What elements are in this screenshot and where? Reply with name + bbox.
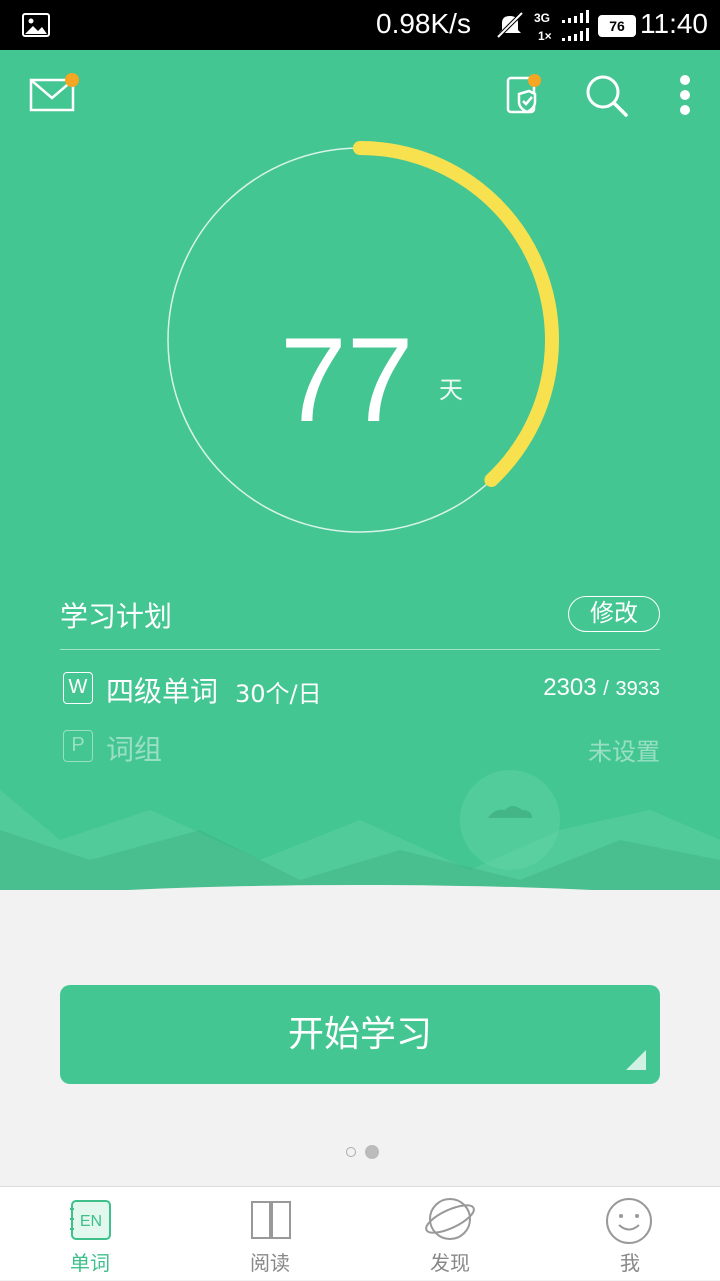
word-book-name[interactable]: 四级单词	[106, 670, 218, 710]
clock: 11:40	[640, 8, 708, 39]
word-book-icon: W	[63, 672, 93, 704]
days-remaining: 77	[280, 313, 414, 447]
edit-plan-button[interactable]: 修改	[568, 596, 660, 632]
tab-me[interactable]: 我	[540, 1187, 720, 1281]
signal-icon: 3G 1×	[534, 10, 589, 42]
tab-reading-label: 阅读	[250, 1251, 290, 1275]
mail-unread-badge	[65, 73, 79, 87]
status-bar: 0.98K/s 3G 1× 76 11:40	[0, 0, 720, 50]
tab-discover-label: 发现	[430, 1251, 470, 1275]
network-type-top: 3G	[534, 11, 550, 25]
plan-divider	[60, 649, 660, 650]
network-speed: 0.98K/s	[376, 8, 471, 39]
word-progress: 2303 / 3933	[543, 674, 660, 702]
tab-words-label: 单词	[70, 1251, 110, 1275]
en-icon-text: EN	[80, 1213, 102, 1230]
image-notification-icon	[22, 13, 50, 37]
page-dot-1[interactable]	[346, 1146, 356, 1157]
word-progress-done: 2303	[543, 674, 597, 701]
corner-triangle-icon	[626, 1050, 646, 1070]
start-study-button[interactable]: 开始学习	[60, 985, 660, 1084]
tab-words[interactable]: EN 单词	[0, 1187, 180, 1281]
phrase-status: 未设置	[588, 738, 660, 766]
more-icon[interactable]	[677, 74, 693, 116]
mute-icon	[496, 11, 524, 39]
search-icon[interactable]	[585, 74, 629, 118]
plan-title: 学习计划	[60, 600, 173, 633]
tab-discover[interactable]: 发现	[360, 1187, 540, 1281]
en-book-icon: EN	[70, 1200, 111, 1240]
checkin-badge	[528, 74, 541, 87]
phrase-book-icon: P	[63, 730, 93, 762]
planet-icon	[425, 1198, 475, 1240]
mountain-background	[0, 770, 720, 890]
start-study-label: 开始学习	[287, 1014, 432, 1055]
bottom-tab-bar: EN 单词 阅读 发现 我	[0, 1186, 720, 1280]
word-progress-total: 3933	[615, 678, 661, 700]
page-indicator	[346, 1141, 380, 1160]
phrase-book-name[interactable]: 词组	[106, 728, 162, 768]
smiley-icon	[606, 1198, 652, 1244]
word-progress-separator: /	[603, 678, 609, 700]
study-dashboard: 77 天 学习计划 修改 W 四级单词 30个/日 2303 / 3933 P …	[0, 50, 720, 890]
network-type-bottom: 1×	[538, 29, 552, 42]
book-icon	[251, 1201, 291, 1239]
tab-reading[interactable]: 阅读	[180, 1187, 360, 1281]
page-dot-2[interactable]	[365, 1144, 380, 1159]
tab-me-label: 我	[620, 1251, 640, 1275]
battery-indicator: 76	[598, 15, 636, 37]
days-unit: 天	[439, 376, 463, 404]
word-daily-goal: 30个/日	[235, 680, 322, 708]
